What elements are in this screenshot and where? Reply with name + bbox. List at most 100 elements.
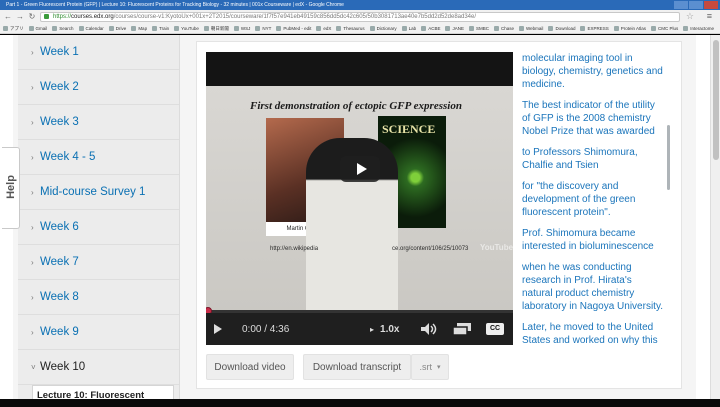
transcript-format-dropdown[interactable]: .srt ▾ bbox=[411, 354, 449, 380]
week-label: Week 10 bbox=[40, 361, 86, 373]
bookmark-favicon-icon bbox=[52, 26, 58, 31]
bookmark-item[interactable]: PubMed - edit bbox=[276, 26, 311, 31]
transcript-line[interactable]: molecular imaging tool in biology, chemi… bbox=[522, 52, 665, 91]
bookmark-item[interactable]: JANE bbox=[445, 26, 464, 31]
sidebar-item-week-8[interactable]: › Week 8 bbox=[18, 280, 179, 315]
bookmark-item[interactable]: CMC Plus bbox=[650, 26, 678, 31]
bookmark-favicon-icon bbox=[421, 26, 427, 31]
chevron-right-icon: › bbox=[31, 82, 34, 92]
maximize-button[interactable] bbox=[689, 1, 703, 9]
download-video-button[interactable]: Download video bbox=[206, 354, 294, 380]
transcript-line[interactable]: when he was conducting research in Prof.… bbox=[522, 261, 665, 313]
chevron-right-icon: › bbox=[31, 152, 34, 162]
minimize-button[interactable] bbox=[674, 1, 688, 9]
transcript-line[interactable]: The best indicator of the utility of GFP… bbox=[522, 99, 665, 138]
bookmark-item[interactable]: WSJ bbox=[233, 26, 250, 31]
transcript-scrollbar[interactable] bbox=[667, 125, 670, 190]
chevron-down-icon: ˅ bbox=[31, 362, 36, 372]
page-scrollbar-thumb[interactable] bbox=[713, 40, 719, 160]
bookmark-item[interactable]: edX bbox=[316, 26, 331, 31]
help-tab[interactable]: Help bbox=[2, 147, 20, 229]
sidebar-item-week-3[interactable]: › Week 3 bbox=[18, 105, 179, 140]
reload-icon[interactable]: ↻ bbox=[28, 12, 36, 22]
bookmark-item[interactable]: SMBC bbox=[468, 26, 489, 31]
bookmark-item[interactable]: NYT bbox=[255, 26, 271, 31]
transcript-format-value: .srt bbox=[419, 362, 432, 372]
bookmark-item[interactable]: Webmail bbox=[519, 26, 543, 31]
sidebar-item-week-4-5[interactable]: › Week 4 - 5 bbox=[18, 140, 179, 175]
bookmark-favicon-icon bbox=[401, 26, 407, 31]
transcript-line[interactable]: Prof. Shimomura became interested in bio… bbox=[522, 227, 665, 253]
chevron-right-icon: › bbox=[31, 47, 34, 57]
bookmark-favicon-icon bbox=[519, 26, 524, 31]
bookmark-item[interactable]: EXPRESS bbox=[580, 26, 609, 31]
bookmark-item[interactable]: Chase bbox=[493, 26, 514, 31]
bookmark-item[interactable]: Map bbox=[131, 26, 147, 31]
bookmark-item[interactable]: Gmail bbox=[28, 26, 47, 31]
sidebar-item-week-6[interactable]: › Week 6 bbox=[18, 210, 179, 245]
sidebar-item-mid-course-survey[interactable]: › Mid-course Survey 1 bbox=[18, 175, 179, 210]
transcript-line[interactable]: to Professors Shimomura, Chalfie and Tsi… bbox=[522, 146, 665, 172]
closed-captions-icon: CC bbox=[486, 323, 504, 335]
page-scrollbar[interactable] bbox=[710, 35, 720, 399]
bookmark-item[interactable]: YouTube bbox=[174, 26, 199, 31]
play-button[interactable] bbox=[214, 313, 228, 345]
youtube-watermark: YouTube bbox=[480, 243, 513, 252]
window-controls bbox=[674, 1, 718, 9]
speed-button[interactable]: ▸ 1.0x bbox=[370, 313, 399, 345]
bookmark-favicon-icon bbox=[683, 26, 689, 31]
bookmark-item[interactable]: Thesaurus bbox=[336, 26, 365, 31]
video-frame: First demonstration of ectopic GFP expre… bbox=[206, 86, 513, 326]
bookmark-item[interactable]: Drive bbox=[108, 26, 126, 31]
courseware-content: First demonstration of ectopic GFP expre… bbox=[196, 41, 682, 389]
bookmark-favicon-icon bbox=[174, 26, 180, 31]
bookmark-favicon-icon bbox=[255, 26, 261, 31]
bookmark-item[interactable]: Protein Atlas bbox=[613, 26, 646, 31]
sidebar-item-week-7[interactable]: › Week 7 bbox=[18, 245, 179, 280]
chrome-menu-icon[interactable]: ≡ bbox=[707, 11, 712, 21]
bookmark-item[interactable]: Interactome bbox=[683, 26, 714, 31]
bookmark-favicon-icon bbox=[548, 26, 554, 31]
video-player[interactable]: First demonstration of ectopic GFP expre… bbox=[206, 52, 513, 345]
sidebar-item-week-2[interactable]: › Week 2 bbox=[18, 70, 179, 105]
captions-button[interactable]: CC bbox=[486, 313, 506, 345]
fullscreen-button[interactable] bbox=[452, 313, 472, 345]
bookmark-item[interactable]: アプリ bbox=[3, 26, 24, 32]
chevron-right-icon: › bbox=[31, 222, 34, 232]
bookmark-star-icon[interactable]: ☆ bbox=[686, 11, 694, 22]
transcript-line[interactable]: Later, he moved to the United States and… bbox=[522, 321, 665, 345]
close-window-button[interactable] bbox=[704, 1, 718, 9]
forward-arrow-icon[interactable]: → bbox=[16, 12, 24, 22]
bookmark-item[interactable]: Train bbox=[152, 26, 169, 31]
chevron-right-icon: › bbox=[31, 292, 34, 302]
video-transcript[interactable]: molecular imaging tool in biology, chemi… bbox=[522, 52, 665, 345]
video-controls-bar: 0:00 / 4:36 ▸ 1.0x CC bbox=[206, 313, 513, 345]
url-host: courses.edx.org bbox=[71, 14, 114, 20]
volume-button[interactable] bbox=[420, 313, 438, 345]
bookmark-item[interactable]: Calendar bbox=[78, 26, 104, 31]
sidebar-item-week-10[interactable]: ˅ Week 10 bbox=[18, 350, 179, 385]
sidebar-item-week-1[interactable]: › Week 1 bbox=[18, 35, 179, 70]
slide-title: First demonstration of ectopic GFP expre… bbox=[250, 100, 462, 112]
back-arrow-icon[interactable]: ← bbox=[4, 12, 12, 22]
journal-logo: SCIENCE bbox=[382, 122, 436, 136]
bookmark-item[interactable]: ACBE bbox=[421, 26, 440, 31]
bookmark-item[interactable]: Download bbox=[548, 26, 575, 31]
url-path: /courses/course-v1:KyotoUx+001x+2T2015/c… bbox=[113, 14, 477, 20]
bookmark-favicon-icon bbox=[468, 26, 474, 31]
download-transcript-button[interactable]: Download transcript bbox=[303, 354, 411, 380]
slide-url-right: ce.org/content/106/25/10073 bbox=[392, 246, 469, 252]
big-play-button[interactable] bbox=[340, 156, 380, 182]
speaker-icon bbox=[421, 323, 437, 335]
bookmark-item[interactable]: Search bbox=[52, 26, 74, 31]
sidebar-item-week-9[interactable]: › Week 9 bbox=[18, 315, 179, 350]
bookmark-item[interactable]: 朝日新聞 bbox=[203, 26, 229, 32]
address-bar[interactable]: https://courses.edx.org/courses/course-v… bbox=[40, 12, 680, 22]
sidebar-active-lecture[interactable]: Lecture 10: Fluorescent bbox=[32, 385, 174, 399]
bookmark-item[interactable]: Dictionary bbox=[369, 26, 397, 31]
chevron-right-icon: ▸ bbox=[370, 324, 375, 334]
bookmark-favicon-icon bbox=[203, 26, 209, 31]
week-label: Week 1 bbox=[40, 46, 79, 58]
transcript-line[interactable]: for "the discovery and development of th… bbox=[522, 180, 665, 219]
bookmark-item[interactable]: Lab bbox=[401, 26, 416, 31]
